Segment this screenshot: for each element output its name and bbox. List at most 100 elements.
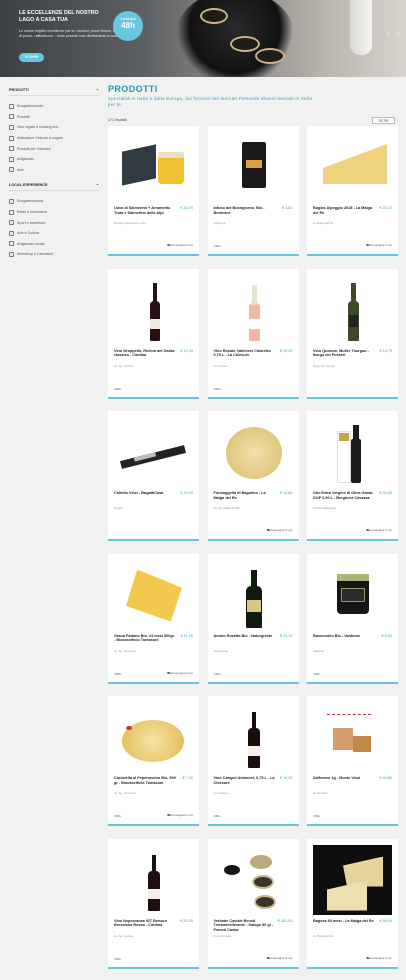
product-image[interactable] — [114, 560, 193, 630]
product-price: € 23,10 — [279, 633, 293, 638]
product-card[interactable]: Vino Campel Unbinnet, 0,75 L - La Chiesu… — [207, 696, 299, 826]
product-name[interactable]: Vertiade Caviale Beneti Trerammellerame … — [214, 919, 276, 933]
hero-banner: Le eccellenze del nostro Lago a casa tua… — [0, 0, 406, 77]
product-image[interactable] — [214, 275, 293, 345]
sidebar-item[interactable]: Prodotti — [9, 112, 99, 123]
product-card[interactable]: Coltello Vinzi - BugattiCasa € 19,20 Bugat… — [108, 411, 199, 541]
product-image[interactable] — [114, 132, 193, 202]
sidebar-item[interactable]: Enogastronomia — [9, 101, 99, 112]
product-card[interactable]: Vino Quorum, Muller Thurgau - Borgo dei … — [307, 268, 398, 399]
product-name[interactable]: Coltello Vinzi - BugattiCasa — [114, 491, 176, 496]
sidebar-item[interactable]: Artigianato — [9, 154, 99, 165]
product-card[interactable]: Uova di Salmerino + Arnametto Trota e Sa… — [108, 126, 199, 256]
sidebar-item[interactable]: Arte — [9, 165, 99, 176]
filter-button[interactable]: FILTRI — [372, 117, 395, 124]
product-name[interactable]: Infuso del Boongiorno. Bio - Bedovine — [214, 206, 276, 216]
category-icon — [9, 156, 14, 162]
product-card[interactable]: Zafferano 1g - Monte Vivai € 49,80 Monte V… — [307, 696, 398, 826]
product-name[interactable]: Zafferano 1g - Monte Vivai — [313, 776, 375, 781]
sidebar-item[interactable]: Vino regalo e cooking box — [9, 122, 99, 133]
prev-arrow-icon[interactable]: ‹ — [387, 30, 390, 38]
product-card[interactable]: Bugias Alpeggio 2018 - La Malga del Re € … — [307, 126, 398, 256]
product-name[interactable]: Basmonino Bio - Valdenai — [313, 634, 375, 639]
product-card[interactable]: Caciotella al Peperoncino Bio, 500 gr - … — [108, 696, 199, 826]
product-image[interactable] — [114, 845, 193, 915]
product-price: € 10,90 — [279, 348, 293, 353]
category-icon — [9, 230, 14, 236]
sidebar-item-label: Prodotti per i bambini — [17, 146, 51, 151]
product-image[interactable] — [313, 132, 392, 202]
sidebar-item[interactable]: Artigianato locale — [9, 239, 99, 250]
bio-tag: Bio — [114, 672, 121, 676]
product-card[interactable]: Olio Extra Vergine di Oliva Garda DOP 0,… — [307, 411, 398, 541]
bio-tag: Bio — [114, 387, 121, 391]
product-name[interactable]: Vino Campel Unbinnet, 0,75 L - La Chiesu… — [214, 776, 276, 786]
bio-tag: Bio — [214, 244, 220, 248]
sidebar-item[interactable]: Arte e Cultura — [9, 228, 99, 239]
sidebar-item-label: Vino regalo e cooking box — [17, 125, 59, 130]
product-name[interactable]: Formaggella di Bagolino - La Malga del R… — [214, 491, 276, 501]
product-seller: Jollyanna — [213, 221, 226, 225]
product-card[interactable]: Formaggella di Bagolino - La Malga del R… — [207, 411, 299, 541]
bio-tag: Bio — [313, 814, 320, 818]
product-image[interactable] — [114, 417, 193, 487]
product-image[interactable] — [214, 702, 293, 772]
product-image[interactable] — [313, 702, 392, 772]
sidebar-item[interactable]: Enogastronomia — [9, 196, 99, 207]
product-name[interactable]: Grana Padano Bio, 24 mesi 500gr - Biocas… — [114, 634, 176, 644]
product-card[interactable]: Basmonino Bio - Valdenai € 5,60 Valdenai Bi… — [307, 553, 398, 684]
sidebar-item-label: Arte — [17, 167, 24, 172]
product-seller: Frantoio Berghese — [313, 506, 337, 510]
discover-button[interactable]: SCOPRI — [19, 53, 44, 62]
product-price: € 20,90 — [180, 918, 193, 923]
product-card[interactable]: Grana Padano Bio, 24 mesi 500gr - Biocas… — [108, 553, 199, 684]
product-image[interactable] — [214, 132, 293, 202]
product-name[interactable]: Vino Rosato Valtènesi Chiaretto 0,75 L -… — [214, 349, 276, 359]
product-seller: La Chiesure — [213, 363, 229, 368]
sidebar-item[interactable]: Prodotti per i bambini — [9, 143, 99, 154]
product-card[interactable]: Amaro Rosetta Bio - Naturgreste € 23,10 Na… — [207, 553, 299, 684]
product-name[interactable]: Bugias Alpeggio 2018 - La Malga del Re — [313, 206, 375, 216]
product-image[interactable] — [313, 560, 392, 630]
category-icon — [9, 220, 14, 226]
product-name[interactable]: Vino Groppello, Riviera del Garda classi… — [114, 349, 176, 359]
product-image[interactable] — [313, 844, 392, 915]
product-card[interactable]: Vertiade Caviale Beneti Trerammellerame … — [207, 838, 299, 969]
product-name[interactable]: Bagòss 60 mesi - La Malga del Re — [313, 919, 375, 924]
product-name[interactable]: Amaro Rosetta Bio - Naturgreste — [214, 634, 276, 639]
product-image[interactable] — [313, 417, 392, 487]
main-content: PRODOTTI Specialità in Italia e dalla Eu… — [108, 84, 398, 969]
product-card[interactable]: Infuso del Boongiorno. Bio - Bedovine € 4… — [207, 126, 299, 256]
category-icon — [9, 209, 14, 215]
product-name[interactable]: Vino Neporcanza IGT Benaco Bresciano Ros… — [114, 919, 176, 929]
product-card[interactable]: Vino Neporcanza IGT Benaco Bresciano Ros… — [108, 838, 199, 969]
product-name[interactable]: Olio Extra Vergine di Oliva Garda DOP 0,… — [313, 491, 375, 501]
next-arrow-icon[interactable]: › — [397, 30, 400, 38]
product-name[interactable]: Uova di Salmerino + Arnametto Trota e Sa… — [114, 206, 176, 216]
product-card[interactable]: Bagòss 60 mesi - La Malga del Re € 89,90 L… — [307, 838, 398, 969]
product-image[interactable] — [214, 845, 293, 915]
chevron-up-icon: ⌃ — [95, 89, 99, 93]
products-heading[interactable]: PRODOTTI ⌃ — [9, 88, 99, 96]
chevron-up-icon: ⌃ — [95, 184, 99, 189]
product-image[interactable] — [214, 417, 293, 487]
sidebar-item[interactable]: Abbinature Vinicole & coppie — [9, 133, 99, 144]
product-image[interactable] — [114, 275, 193, 345]
product-seller: La Malga del Re — [313, 221, 334, 225]
product-card[interactable]: Vino Groppello, Riviera del Garda classi… — [108, 268, 199, 399]
product-image[interactable] — [114, 702, 193, 772]
sidebar-item[interactable]: Sport e avventura — [9, 217, 99, 228]
product-image[interactable] — [214, 560, 293, 630]
sidebar-item[interactable]: Workshop e Laboratori — [9, 249, 99, 260]
page-subtitle: Specialità in Italia e dalla Europa, dai… — [108, 96, 313, 107]
product-image[interactable] — [313, 275, 392, 345]
caviar-blini-image — [200, 8, 228, 24]
category-icon — [9, 146, 14, 152]
local-heading[interactable]: LOCAL EXPERIENCE ⌃ — [9, 183, 99, 192]
product-price: € 19,20 — [180, 491, 193, 495]
product-name[interactable]: Caciotella al Peperoncino Bio, 500 gr - … — [114, 776, 176, 786]
product-card[interactable]: Vino Rosato Valtènesi Chiaretto 0,75 L -… — [207, 268, 299, 399]
product-name[interactable]: Vino Quorum, Muller Thurgau - Borgo dei … — [313, 349, 375, 359]
sidebar-item[interactable]: Relax e benessere — [9, 207, 99, 218]
category-icon — [9, 198, 14, 204]
